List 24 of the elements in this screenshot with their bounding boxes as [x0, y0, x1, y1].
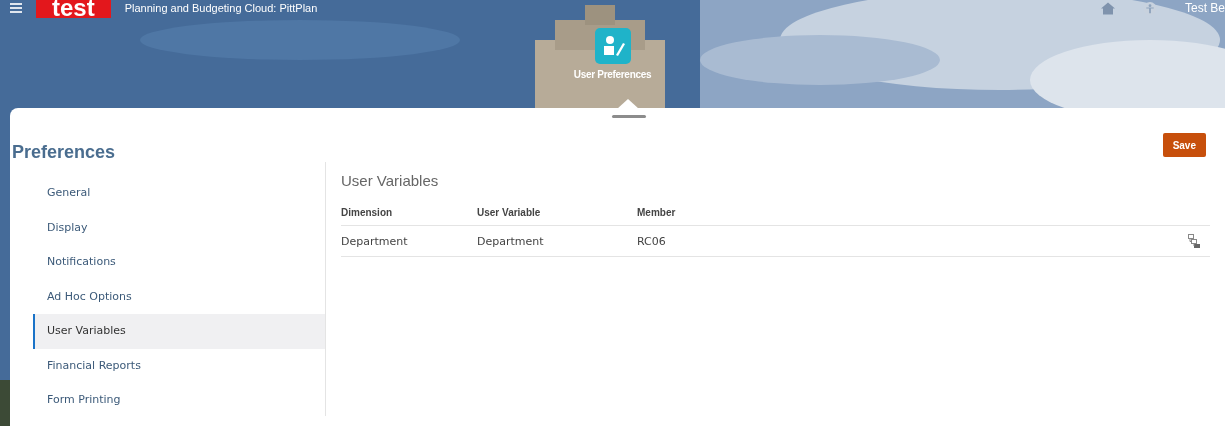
table-cell-text: Department	[477, 234, 545, 248]
hierarchy-icon[interactable]	[1188, 234, 1200, 248]
save-button[interactable]: Save	[1162, 133, 1206, 157]
sidebar-item[interactable]: Notifications	[33, 245, 325, 280]
sidebar-item[interactable]: Display	[33, 210, 325, 245]
sidebar-item[interactable]: Ad Hoc Options	[33, 279, 325, 314]
table-cell-text: Department	[341, 234, 409, 248]
sidebar-item[interactable]: User Variables	[33, 314, 325, 349]
page-label: User Preferences	[573, 69, 652, 80]
home-icon[interactable]	[1100, 1, 1115, 15]
page-title: Preferences	[12, 141, 117, 163]
column-header: User Variable	[477, 206, 542, 218]
column-header: Member	[637, 206, 677, 218]
logo: test	[36, 0, 111, 18]
app-title: Planning and Budgeting Cloud: PittPlan	[124, 2, 318, 14]
menu-icon[interactable]	[10, 3, 22, 13]
column-header: Dimension	[341, 206, 394, 218]
section-title: User Variables	[341, 172, 440, 189]
table-cell-text: RC06	[637, 234, 667, 248]
sidebar-item[interactable]: General	[33, 176, 325, 211]
sidebar-item[interactable]: Form Printing	[33, 383, 325, 418]
user-preferences-icon[interactable]	[594, 28, 631, 64]
sidebar-item[interactable]: Financial Reports	[33, 348, 325, 383]
drag-handle[interactable]	[612, 115, 646, 118]
